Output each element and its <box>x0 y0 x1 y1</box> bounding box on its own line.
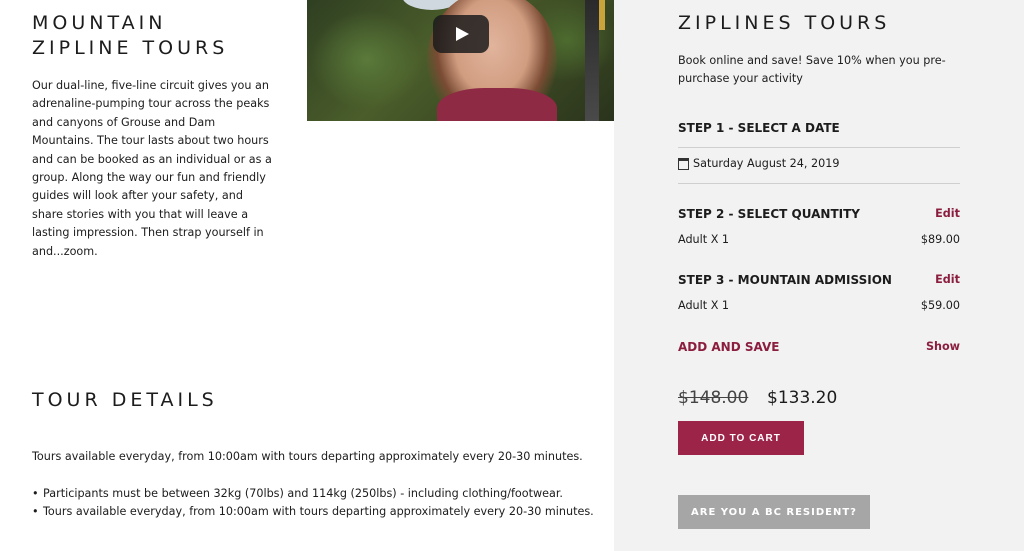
tour-details-list: Participants must be between 32kg (70lbs… <box>32 485 603 522</box>
booking-subtitle: Book online and save! Save 10% when you … <box>678 54 946 86</box>
video-thumbnail-rope <box>599 0 605 30</box>
list-item: Tours available everyday, from 10:00am w… <box>32 503 603 522</box>
add-and-save-heading: ADD AND SAVE <box>678 340 780 354</box>
step3-item: Adult X 1 <box>678 299 730 312</box>
video-thumbnail-shirt <box>437 88 557 121</box>
play-icon[interactable] <box>433 15 489 53</box>
step1-heading: STEP 1 - SELECT A DATE <box>678 121 840 135</box>
selected-date: Saturday August 24, 2019 <box>693 157 840 170</box>
original-price: $148.00 <box>678 388 749 408</box>
add-to-cart-button[interactable]: ADD TO CART <box>678 421 804 455</box>
divider <box>678 147 960 148</box>
tour-intro-text: Our dual-line, five-line circuit gives y… <box>32 79 272 258</box>
step3-heading: STEP 3 - MOUNTAIN ADMISSION <box>678 273 892 287</box>
tour-details-title: TOUR DETAILS <box>32 389 218 411</box>
step2-item: Adult X 1 <box>678 233 730 246</box>
video-thumbnail-strap <box>585 0 599 121</box>
divider <box>678 183 960 184</box>
step3-price: $59.00 <box>920 299 960 312</box>
page-title: MOUNTAIN ZIPLINE TOURS <box>32 11 228 61</box>
step2-heading: STEP 2 - SELECT QUANTITY <box>678 207 860 221</box>
booking-title: ZIPLINES TOURS <box>678 12 891 34</box>
bc-resident-button[interactable]: ARE YOU A BC RESIDENT? <box>678 495 870 529</box>
step2-edit-link[interactable]: Edit <box>935 207 960 220</box>
show-link[interactable]: Show <box>926 340 960 353</box>
calendar-icon <box>678 157 689 170</box>
step3-edit-link[interactable]: Edit <box>935 273 960 286</box>
step2-price: $89.00 <box>920 233 960 246</box>
discounted-price: $133.20 <box>767 388 838 408</box>
booking-panel: ZIPLINES TOURS Book online and save! Sav… <box>614 0 1024 551</box>
list-item: Participants must be between 32kg (70lbs… <box>32 485 603 504</box>
page-title-line1: MOUNTAIN <box>32 12 167 34</box>
page-title-line2: ZIPLINE TOURS <box>32 37 229 59</box>
tour-details-text: Tours available everyday, from 10:00am w… <box>32 450 583 463</box>
date-picker[interactable]: Saturday August 24, 2019 <box>678 157 840 170</box>
